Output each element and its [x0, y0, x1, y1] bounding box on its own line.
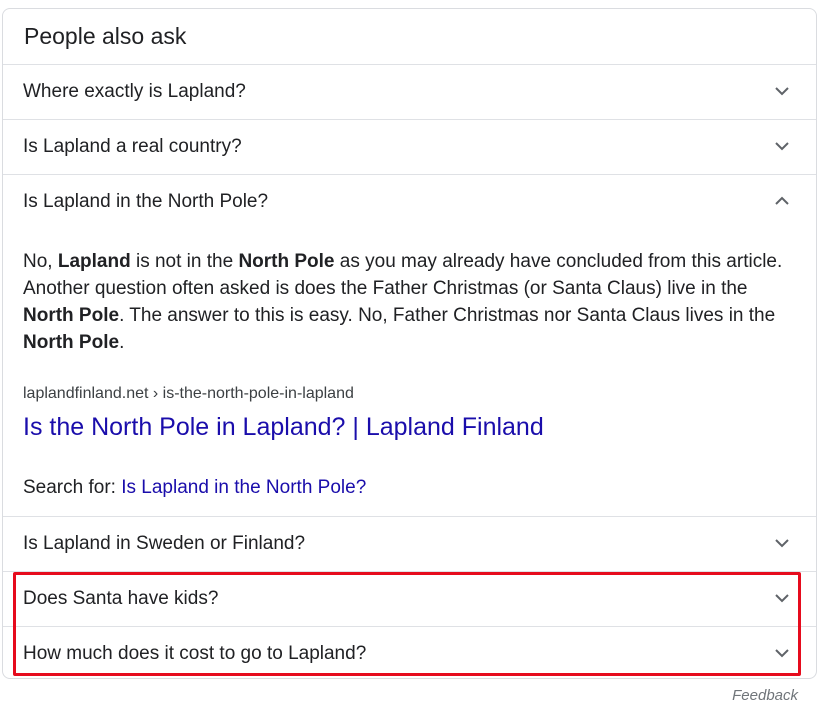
chevron-down-icon — [775, 539, 789, 548]
question-row[interactable]: Is Lapland a real country? — [3, 119, 816, 173]
question-row[interactable]: Is Lapland in Sweden or Finland? — [3, 516, 816, 570]
chevron-down-icon — [775, 87, 789, 96]
result-title-link[interactable]: Is the North Pole in Lapland? | Lapland … — [23, 413, 544, 442]
red-highlight-box — [13, 572, 801, 676]
answer-snippet: No, Lapland is not in the North Pole as … — [23, 251, 783, 353]
question-label: Is Lapland a real country? — [23, 136, 242, 157]
search-for: Search for: Is Lapland in the North Pole… — [23, 477, 366, 499]
source-breadcrumb: laplandfinland.net › is-the-north-pole-i… — [23, 385, 354, 402]
search-for-link[interactable]: Is Lapland in the North Pole? — [121, 477, 366, 498]
question-label: Is Lapland in Sweden or Finland? — [23, 533, 306, 554]
question-row[interactable]: Where exactly is Lapland? — [3, 64, 816, 118]
card-heading: People also ask — [24, 23, 187, 49]
question-label: Where exactly is Lapland? — [23, 81, 246, 102]
chevron-up-icon — [775, 196, 789, 205]
chevron-down-icon — [775, 142, 789, 151]
feedback-link[interactable]: Feedback — [732, 687, 798, 704]
question-label: Is Lapland in the North Pole? — [23, 191, 269, 212]
search-for-prefix: Search for: — [23, 477, 122, 498]
